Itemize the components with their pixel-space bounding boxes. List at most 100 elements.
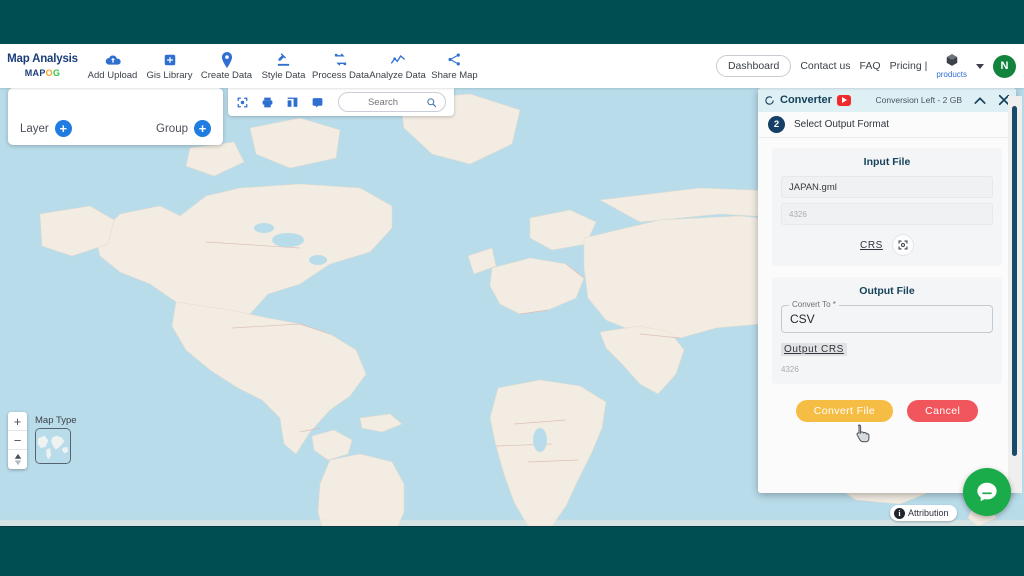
brand-o: O	[45, 67, 53, 78]
brand-map: MAP	[24, 67, 46, 78]
convert-to-value: CSV	[790, 312, 815, 326]
convert-to-legend: Convert To *	[789, 300, 839, 309]
cancel-button[interactable]: Cancel	[907, 400, 979, 422]
converter-body: Input File JAPAN.gml 4326 CRS Output Fil…	[758, 138, 1016, 493]
nav-label: Process Data	[311, 70, 370, 81]
search-icon	[427, 97, 437, 107]
nav-item-process-data[interactable]: Process Data	[312, 51, 369, 81]
conversion-left-text: Conversion Left - 2 GB	[875, 95, 962, 105]
map-zoom-controls: + −	[8, 412, 27, 469]
cube-products-icon	[945, 53, 959, 70]
group-control[interactable]: Group +	[156, 120, 211, 137]
compass-icon[interactable]	[8, 450, 27, 469]
brand-subtitle: MAPOG	[24, 67, 61, 78]
add-layer-button[interactable]: +	[54, 120, 72, 137]
contact-us-link[interactable]: Contact us	[800, 60, 850, 72]
converter-header: Converter Conversion Left - 2 GB	[758, 88, 1016, 112]
brand-logo[interactable]: Map Analysis MAPOG	[0, 54, 80, 78]
attribution-label: Attribution	[908, 508, 949, 518]
map-toolbar	[228, 88, 454, 116]
avatar[interactable]: N	[993, 54, 1016, 78]
nav-item-add-upload[interactable]: Add Upload	[84, 51, 141, 81]
print-icon[interactable]	[261, 96, 274, 109]
nav-item-style-data[interactable]: Style Data	[255, 51, 312, 81]
compare-split-icon[interactable]	[286, 96, 299, 109]
chevron-up-icon[interactable]	[974, 96, 986, 105]
analyze-chart-icon	[390, 51, 406, 68]
input-file-card: Input File JAPAN.gml 4326 CRS	[772, 148, 1002, 266]
map-type-thumbnail[interactable]	[35, 428, 71, 464]
nav-item-create-data[interactable]: Create Data	[198, 51, 255, 81]
refresh-loop-icon	[765, 95, 774, 105]
pricing-link[interactable]: Pricing |	[890, 60, 928, 72]
converter-panel: Converter Conversion Left - 2 GB 2 Selec…	[758, 88, 1016, 493]
fullscreen-target-icon[interactable]	[236, 96, 249, 109]
process-transform-icon	[333, 51, 348, 68]
top-teal-bar	[0, 0, 1024, 44]
nav-label: Create Data	[200, 70, 253, 81]
layer-control[interactable]: Layer +	[20, 120, 72, 137]
output-file-card: Output File Convert To * CSV Output CRS …	[772, 277, 1002, 384]
nav-right: Dashboard Contact us FAQ Pricing | produ…	[715, 53, 1024, 80]
output-crs-field[interactable]: 4326	[781, 365, 993, 374]
share-icon	[447, 51, 462, 68]
step-2-label: Select Output Format	[794, 119, 890, 130]
nav-label: Share Map	[431, 70, 478, 81]
nav-item-analyze-data[interactable]: Analyze Data	[369, 51, 426, 81]
step-2-number: 2	[768, 116, 785, 133]
search-input[interactable]	[347, 96, 419, 108]
dashboard-button[interactable]: Dashboard	[715, 55, 792, 77]
nav-items: Add Upload Gis Library Create Data Style…	[84, 51, 483, 81]
nav-label: Gis Library	[146, 70, 193, 81]
products-label: products	[936, 70, 967, 80]
app-root: Map Analysis MAPOG Add Upload Gis Librar…	[0, 0, 1024, 576]
main-navbar: Map Analysis MAPOG Add Upload Gis Librar…	[0, 44, 1024, 88]
products-menu[interactable]: products	[936, 53, 967, 80]
nav-item-share-map[interactable]: Share Map	[426, 51, 483, 81]
converter-scrollbar[interactable]	[1008, 96, 1022, 493]
layer-label: Layer	[20, 122, 49, 135]
brand-title: Map Analysis	[7, 53, 78, 66]
crs-scan-icon[interactable]	[891, 234, 914, 256]
output-crs-link[interactable]: Output CRS	[781, 343, 847, 356]
nav-item-gis-library[interactable]: Gis Library	[141, 51, 198, 81]
convert-to-select[interactable]: Convert To * CSV	[781, 300, 993, 333]
location-pin-icon	[221, 51, 233, 68]
map-search-box[interactable]	[338, 92, 446, 112]
map-type-label: Map Type	[35, 415, 77, 426]
cloud-upload-icon	[105, 51, 121, 68]
map-type-control[interactable]: Map Type	[35, 415, 77, 464]
nav-label: Analyze Data	[369, 70, 426, 81]
input-file-name[interactable]: JAPAN.gml	[781, 176, 993, 198]
zoom-out-button[interactable]: −	[8, 431, 27, 450]
convert-file-button[interactable]: Convert File	[795, 400, 894, 422]
input-crs-row: CRS	[781, 234, 993, 256]
info-icon: i	[894, 507, 905, 519]
attribution-badge[interactable]: i Attribution	[890, 505, 957, 521]
chevron-down-icon[interactable]	[976, 63, 984, 69]
step-select-output-format[interactable]: 2 Select Output Format	[758, 112, 1016, 138]
scrollbar-thumb[interactable]	[1012, 106, 1017, 456]
faq-link[interactable]: FAQ	[860, 60, 881, 72]
output-file-title: Output File	[859, 285, 915, 297]
paint-style-icon	[276, 51, 291, 68]
group-label: Group	[156, 122, 188, 135]
nav-label: Add Upload	[87, 70, 138, 81]
add-group-button[interactable]: +	[194, 120, 211, 137]
converter-actions: Convert File Cancel	[772, 400, 1002, 422]
library-add-icon	[163, 51, 177, 68]
input-crs-field[interactable]: 4326	[781, 203, 993, 225]
converter-title: Converter	[780, 94, 832, 106]
input-file-title: Input File	[863, 156, 911, 168]
comment-icon[interactable]	[311, 96, 324, 109]
youtube-play-icon[interactable]	[836, 94, 851, 106]
bottom-teal-bar	[0, 526, 1024, 576]
map-thumb-graphic	[36, 429, 70, 463]
layer-group-panel: Layer + Group +	[8, 88, 223, 145]
nav-label: Style Data	[261, 70, 306, 81]
crs-link[interactable]: CRS	[860, 240, 883, 251]
chat-widget-button[interactable]	[963, 468, 1011, 516]
brand-g: G	[52, 67, 61, 78]
chat-bubble-icon	[977, 482, 997, 502]
zoom-in-button[interactable]: +	[8, 412, 27, 431]
